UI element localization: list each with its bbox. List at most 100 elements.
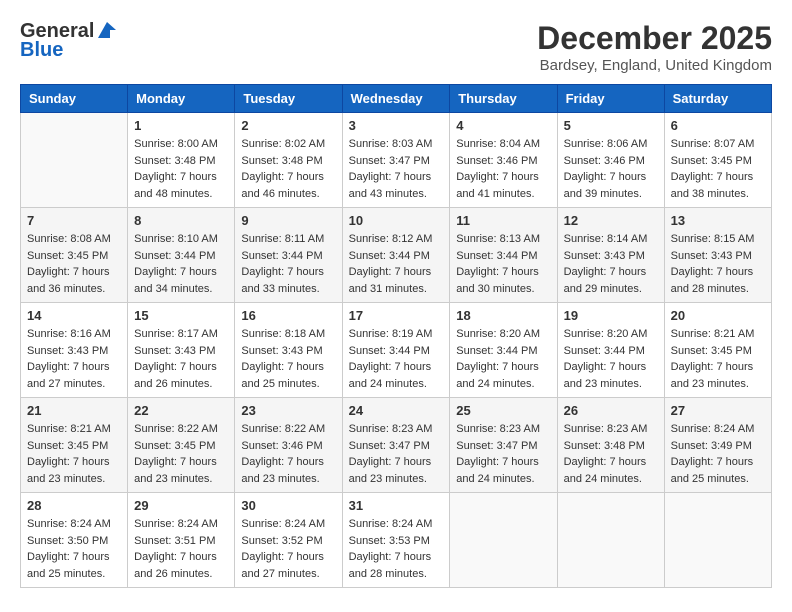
logo-icon [96,20,118,42]
day-info: Sunrise: 8:02 AMSunset: 3:48 PMDaylight:… [241,136,335,202]
day-number: 19 [564,308,658,323]
day-info: Sunrise: 8:11 AMSunset: 3:44 PMDaylight:… [241,231,335,297]
day-cell: 22Sunrise: 8:22 AMSunset: 3:45 PMDayligh… [128,398,235,493]
day-info: Sunrise: 8:04 AMSunset: 3:46 PMDaylight:… [456,136,550,202]
day-cell: 25 Sunrise: 8:23 AMSunset: 3:47 PMDayligh… [450,398,557,493]
day-number: 11 [456,213,550,228]
day-info: Sunrise: 8:00 AMSunset: 3:48 PMDaylight:… [134,136,228,202]
day-cell: 6 Sunrise: 8:07 AMSunset: 3:45 PMDaylight… [664,113,771,208]
day-info: Sunrise: 8:07 AMSunset: 3:45 PMDaylight:… [671,136,765,202]
day-info: Sunrise: 8:18 AMSunset: 3:43 PMDaylight:… [241,326,335,392]
day-info: Sunrise: 8:24 AMSunset: 3:50 PMDaylight:… [27,516,121,582]
calendar-table: SundayMondayTuesdayWednesdayThursdayFrid… [20,84,772,588]
day-number: 28 [27,498,121,513]
day-info: Sunrise: 8:24 AMSunset: 3:52 PMDaylight:… [241,516,335,582]
day-number: 12 [564,213,658,228]
week-row-5: 28 Sunrise: 8:24 AMSunset: 3:50 PMDayligh… [21,493,772,588]
day-number: 23 [241,403,335,418]
day-cell: 2 Sunrise: 8:02 AMSunset: 3:48 PMDaylight… [235,113,342,208]
day-number: 29 [134,498,228,513]
day-number: 2 [241,118,335,133]
week-row-2: 7 Sunrise: 8:08 AMSunset: 3:45 PMDaylight… [21,208,772,303]
day-number: 7 [27,213,121,228]
day-cell: 29 Sunrise: 8:24 AMSunset: 3:51 PMDayligh… [128,493,235,588]
day-cell: 19 Sunrise: 8:20 AMSunset: 3:44 PMDayligh… [557,303,664,398]
day-cell [21,113,128,208]
day-number: 10 [349,213,444,228]
day-cell: 18 Sunrise: 8:20 AMSunset: 3:44 PMDayligh… [450,303,557,398]
day-number: 24 [349,403,444,418]
day-info: Sunrise: 8:13 AMSunset: 3:44 PMDaylight:… [456,231,550,297]
day-info: Sunrise: 8:24 AMSunset: 3:51 PMDaylight:… [134,516,228,582]
day-number: 5 [564,118,658,133]
weekday-header-thursday: Thursday [450,85,557,113]
day-info: Sunrise: 8:20 AMSunset: 3:44 PMDaylight:… [564,326,658,392]
logo: General Blue [20,20,118,62]
day-cell: 11 Sunrise: 8:13 AMSunset: 3:44 PMDayligh… [450,208,557,303]
day-info: Sunrise: 8:23 AMSunset: 3:48 PMDaylight:… [564,421,658,487]
day-number: 20 [671,308,765,323]
day-number: 22 [134,403,228,418]
day-cell: 30 Sunrise: 8:24 AMSunset: 3:52 PMDayligh… [235,493,342,588]
day-cell: 24 Sunrise: 8:23 AMSunset: 3:47 PMDayligh… [342,398,450,493]
day-cell: 13 Sunrise: 8:15 AMSunset: 3:43 PMDayligh… [664,208,771,303]
day-info: Sunrise: 8:23 AMSunset: 3:47 PMDaylight:… [456,421,550,487]
day-cell: 14Sunrise: 8:16 AMSunset: 3:43 PMDayligh… [21,303,128,398]
day-cell: 1 Sunrise: 8:00 AMSunset: 3:48 PMDaylight… [128,113,235,208]
day-number: 15 [134,308,228,323]
day-info: Sunrise: 8:06 AMSunset: 3:46 PMDaylight:… [564,136,658,202]
day-info: Sunrise: 8:24 AMSunset: 3:49 PMDaylight:… [671,421,765,487]
day-cell: 17 Sunrise: 8:19 AMSunset: 3:44 PMDayligh… [342,303,450,398]
day-cell: 7 Sunrise: 8:08 AMSunset: 3:45 PMDaylight… [21,208,128,303]
day-info: Sunrise: 8:22 AMSunset: 3:46 PMDaylight:… [241,421,335,487]
day-info: Sunrise: 8:08 AMSunset: 3:45 PMDaylight:… [27,231,121,297]
day-cell [450,493,557,588]
day-number: 18 [456,308,550,323]
day-number: 8 [134,213,228,228]
day-cell: 12 Sunrise: 8:14 AMSunset: 3:43 PMDayligh… [557,208,664,303]
day-number: 25 [456,403,550,418]
day-info: Sunrise: 8:19 AMSunset: 3:44 PMDaylight:… [349,326,444,392]
week-row-4: 21Sunrise: 8:21 AMSunset: 3:45 PMDayligh… [21,398,772,493]
weekday-header-tuesday: Tuesday [235,85,342,113]
day-cell: 3Sunrise: 8:03 AMSunset: 3:47 PMDaylight… [342,113,450,208]
day-cell: 20 Sunrise: 8:21 AMSunset: 3:45 PMDayligh… [664,303,771,398]
day-info: Sunrise: 8:12 AMSunset: 3:44 PMDaylight:… [349,231,444,297]
day-info: Sunrise: 8:10 AMSunset: 3:44 PMDaylight:… [134,231,228,297]
day-info: Sunrise: 8:17 AMSunset: 3:43 PMDaylight:… [134,326,228,392]
day-cell: 27 Sunrise: 8:24 AMSunset: 3:49 PMDayligh… [664,398,771,493]
weekday-header-sunday: Sunday [21,85,128,113]
day-info: Sunrise: 8:20 AMSunset: 3:44 PMDaylight:… [456,326,550,392]
day-cell: 28 Sunrise: 8:24 AMSunset: 3:50 PMDayligh… [21,493,128,588]
day-cell [664,493,771,588]
logo-blue: Blue [20,39,63,62]
day-number: 1 [134,118,228,133]
location: Bardsey, England, United Kingdom [537,57,772,74]
day-number: 9 [241,213,335,228]
day-cell: 15 Sunrise: 8:17 AMSunset: 3:43 PMDayligh… [128,303,235,398]
day-number: 3 [349,118,444,133]
day-info: Sunrise: 8:21 AMSunset: 3:45 PMDaylight:… [27,421,121,487]
day-number: 16 [241,308,335,323]
day-number: 30 [241,498,335,513]
day-number: 13 [671,213,765,228]
day-cell: 10 Sunrise: 8:12 AMSunset: 3:44 PMDayligh… [342,208,450,303]
page-header: General Blue December 2025 Bardsey, Engl… [20,20,772,74]
day-cell [557,493,664,588]
day-info: Sunrise: 8:21 AMSunset: 3:45 PMDaylight:… [671,326,765,392]
day-info: Sunrise: 8:15 AMSunset: 3:43 PMDaylight:… [671,231,765,297]
day-number: 27 [671,403,765,418]
day-number: 17 [349,308,444,323]
day-number: 4 [456,118,550,133]
day-info: Sunrise: 8:23 AMSunset: 3:47 PMDaylight:… [349,421,444,487]
weekday-header-saturday: Saturday [664,85,771,113]
day-number: 31 [349,498,444,513]
day-cell: 9 Sunrise: 8:11 AMSunset: 3:44 PMDaylight… [235,208,342,303]
day-number: 6 [671,118,765,133]
day-cell: 4 Sunrise: 8:04 AMSunset: 3:46 PMDaylight… [450,113,557,208]
day-info: Sunrise: 8:14 AMSunset: 3:43 PMDaylight:… [564,231,658,297]
weekday-header-row: SundayMondayTuesdayWednesdayThursdayFrid… [21,85,772,113]
day-cell: 21Sunrise: 8:21 AMSunset: 3:45 PMDayligh… [21,398,128,493]
weekday-header-wednesday: Wednesday [342,85,450,113]
week-row-1: 1 Sunrise: 8:00 AMSunset: 3:48 PMDaylight… [21,113,772,208]
